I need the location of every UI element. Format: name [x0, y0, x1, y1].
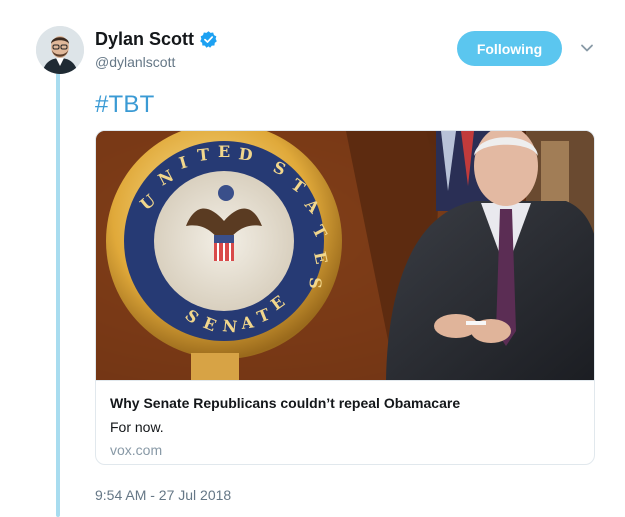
card-title[interactable]: Why Senate Republicans couldn’t repeal O… — [110, 395, 582, 411]
hashtag-link[interactable]: #TBT — [95, 91, 154, 118]
svg-text:D: D — [237, 144, 254, 165]
svg-text:E: E — [218, 142, 230, 161]
card-image[interactable]: U N I T E D S T A T E S S E N A T E — [96, 131, 594, 380]
author-name-row: Dylan Scott — [95, 29, 218, 50]
following-button[interactable]: Following — [457, 31, 562, 66]
card-description: For now. — [110, 419, 164, 435]
tweet-text: #TBT — [95, 91, 154, 119]
card-body[interactable]: Why Senate Republicans couldn’t repeal O… — [96, 380, 594, 464]
author-display-name[interactable]: Dylan Scott — [95, 29, 194, 50]
senate-photo-image: U N I T E D S T A T E S S E N A T E — [96, 131, 594, 380]
avatar-image — [36, 26, 84, 74]
svg-text:T: T — [196, 145, 210, 165]
thread-line — [56, 70, 60, 517]
link-preview-card[interactable]: U N I T E D S T A T E S S E N A T E Why … — [95, 130, 595, 465]
chevron-down-icon[interactable] — [580, 41, 594, 55]
verified-badge-icon — [200, 31, 217, 48]
tweet-timestamp[interactable]: 9:54 AM - 27 Jul 2018 — [95, 487, 231, 503]
svg-text:N: N — [222, 316, 239, 336]
avatar[interactable] — [36, 26, 84, 74]
svg-text:S: S — [306, 277, 325, 289]
card-domain: vox.com — [110, 442, 163, 458]
author-handle[interactable]: @dylanlscott — [95, 54, 175, 70]
